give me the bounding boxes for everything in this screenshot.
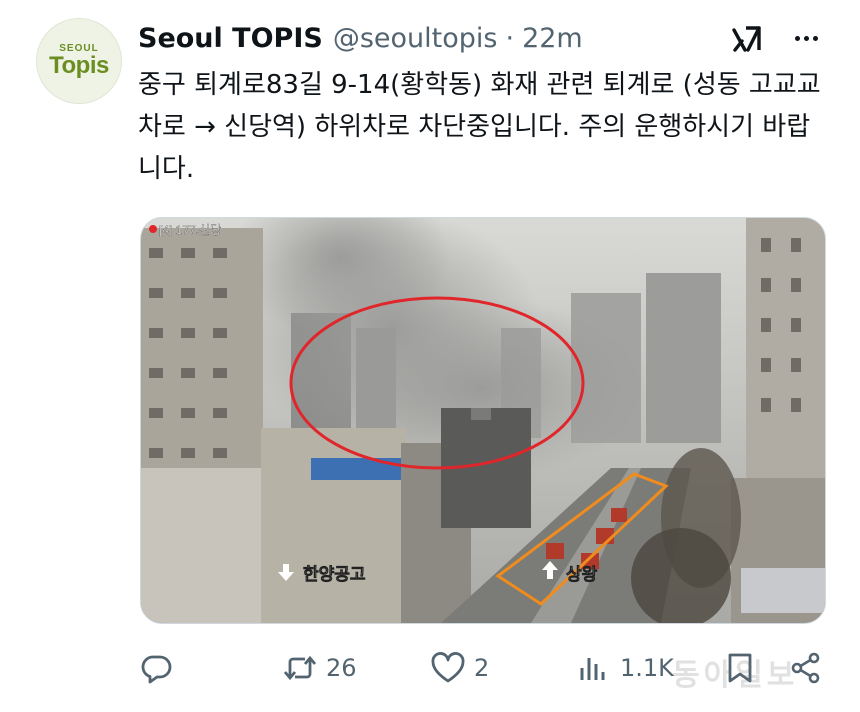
retweet-button[interactable]: 26 <box>282 640 357 696</box>
retweet-count: 26 <box>326 654 357 682</box>
views-count: 1.1K <box>620 654 674 682</box>
timestamp[interactable]: 22m <box>522 23 583 54</box>
tweet-media-cctv-image[interactable]: [4] 177.신당 한양공고 상왕 <box>140 217 826 624</box>
retweet-icon <box>283 655 317 681</box>
display-name[interactable]: Seoul TOPIS <box>138 23 323 54</box>
watermark: 동아일보 <box>672 658 799 693</box>
avatar-logo-main: Topis <box>49 52 109 79</box>
direction-label-left: 한양공고 <box>303 565 366 585</box>
tweet-text: 중구 퇴계로83길 9-14(황학동) 화재 관련 퇴계로 (성동 고교교차로 … <box>138 70 821 184</box>
views-button[interactable]: 1.1K <box>576 640 674 696</box>
reply-icon <box>141 655 172 684</box>
reply-button[interactable] <box>138 640 174 696</box>
tweet-header: Seoul TOPIS @seoultopis · 22m <box>138 20 583 56</box>
views-icon <box>580 658 605 680</box>
avatar[interactable]: SEOUL Topis <box>36 18 122 104</box>
heart-icon <box>431 652 465 683</box>
more-icon[interactable] <box>788 22 824 54</box>
grok-icon[interactable] <box>730 20 766 56</box>
user-handle[interactable]: @seoultopis <box>333 23 498 54</box>
direction-label-right: 상왕 <box>566 565 598 585</box>
like-button[interactable]: 2 <box>430 640 489 696</box>
camera-label: [4] 177.신당 <box>159 223 221 237</box>
separator: · <box>505 22 515 54</box>
like-count: 2 <box>474 654 490 682</box>
